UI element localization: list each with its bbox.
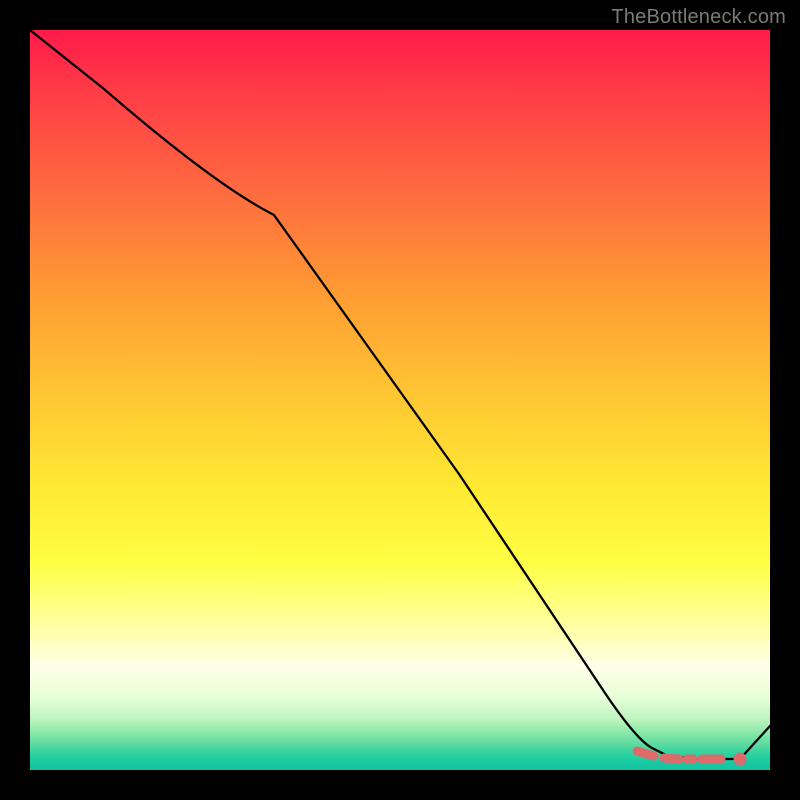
watermark-text: TheBottleneck.com [611,6,786,29]
plot-background [30,30,770,770]
chart-container: TheBottleneck.com [0,0,800,800]
